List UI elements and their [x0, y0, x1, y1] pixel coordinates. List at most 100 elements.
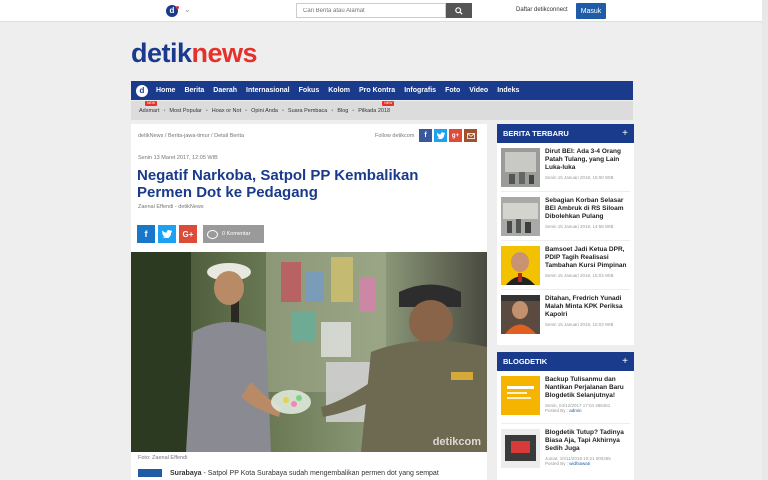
share-twitter-icon[interactable]: [158, 225, 176, 243]
site-logo[interactable]: detiknews: [131, 38, 258, 68]
nav-item-kolom[interactable]: Kolom: [328, 87, 350, 94]
search-input[interactable]: [296, 3, 446, 18]
daftar-link[interactable]: Daftar detikconnect: [516, 7, 568, 13]
body-lead: Surabaya: [170, 469, 202, 477]
top-bar: d ⌄ Daftar detikconnect Masuk: [0, 0, 768, 22]
blogdetik-heading: BLOGDETIK: [503, 357, 548, 366]
list-item[interactable]: Dirut BEI: Ada 3-4 Orang Patah Tulang, y…: [501, 143, 630, 192]
subnav-item-blog[interactable]: Blog: [337, 108, 348, 114]
detik-logo-icon[interactable]: d: [166, 5, 179, 17]
separator: •: [281, 107, 284, 114]
article-photo[interactable]: detikcom: [131, 252, 487, 452]
article-title: Negatif Narkoba, Satpol PP Kembalikan Pe…: [137, 167, 419, 201]
blog-author-name[interactable]: widhiawati: [569, 461, 590, 466]
blog-title[interactable]: Blogdetik Tutup? Tadinya Biasa Aja, Tapi…: [545, 429, 630, 453]
news-thumbnail: [501, 197, 540, 236]
separator: •: [163, 107, 166, 114]
comment-icon: [207, 229, 218, 239]
bird-glyph: [162, 230, 172, 238]
posted-by-label: Posted By :: [545, 461, 569, 466]
blog-title[interactable]: Backup Tulisanmu dan Nantikan Perjalanan…: [545, 376, 630, 400]
nav-item-infografis[interactable]: Infografis: [404, 87, 436, 94]
subnav-item-hoax-or-not[interactable]: Hoax or Not: [212, 108, 241, 114]
news-title[interactable]: Sebagian Korban Selasar BEI Ambruk di RS…: [545, 197, 630, 221]
envelope-glyph: [466, 132, 475, 139]
nav-item-home[interactable]: Home: [156, 87, 175, 94]
blog-thumbnail: [501, 376, 540, 415]
author-byline: Zaenal Effendi - detikNews: [138, 204, 204, 210]
publish-date: Senin 13 Maret 2017, 12:05 WIB: [138, 155, 218, 161]
article-card: detikNews / Berita-jawa-timur / Detail B…: [131, 124, 487, 480]
subnav-item-pilkada[interactable]: Pilkada 2018 NEW: [358, 100, 395, 114]
list-item[interactable]: Sebagian Korban Selasar BEI Ambruk di RS…: [501, 192, 630, 241]
news-date: Senin 15 Januari 2018, 15:03 WIB: [545, 322, 614, 327]
nav-item-pro-kontra[interactable]: Pro Kontra: [359, 87, 395, 94]
nav-item-internasional[interactable]: Internasional: [246, 87, 290, 94]
plus-icon[interactable]: +: [622, 356, 628, 367]
news-text: Sebagian Korban Selasar BEI Ambruk di RS…: [545, 197, 630, 235]
subnav-item-suara-pembaca[interactable]: Suara Pembaca: [288, 108, 327, 114]
subnav-item-most-popular[interactable]: Most Popular: [169, 108, 201, 114]
photo-watermark: detikcom: [432, 436, 481, 448]
berita-terbaru-box: BERITA TERBARU + Dirut BEI: Ada 3-4 Oran…: [497, 124, 634, 345]
komentar-button[interactable]: 0 Komentar: [203, 225, 264, 243]
news-title[interactable]: Bamsoet Jadi Ketua DPR, PDIP Tagih Reali…: [545, 246, 630, 270]
subnav-item-opini-anda[interactable]: Opini Anda: [251, 108, 278, 114]
sub-nav: Adsmart NEW • Most Popular • Hoax or Not …: [131, 100, 633, 120]
plus-icon[interactable]: +: [622, 128, 628, 139]
posted-by-label: Posted By :: [545, 408, 569, 413]
blogdetik-header: BLOGDETIK +: [497, 352, 634, 371]
berita-terbaru-header: BERITA TERBARU +: [497, 124, 634, 143]
komentar-label: 0 Komentar: [222, 231, 251, 237]
nav-item-fokus[interactable]: Fokus: [299, 87, 320, 94]
photo-caption: Foto: Zaenal Effendi: [138, 455, 188, 461]
news-title[interactable]: Dirut BEI: Ada 3-4 Orang Patah Tulang, y…: [545, 148, 630, 172]
berita-terbaru-list: Dirut BEI: Ada 3-4 Orang Patah Tulang, y…: [497, 143, 634, 339]
google-plus-icon[interactable]: g+: [449, 129, 462, 142]
blog-text: Blogdetik Tutup? Tadinya Biasa Aja, Tapi…: [545, 429, 630, 472]
new-badge: NEW: [145, 100, 158, 106]
twitter-icon[interactable]: [434, 129, 447, 142]
article-body: Surabaya - Satpol PP Kota Surabaya sudah…: [138, 469, 439, 477]
news-date: Senin 15 Januari 2018, 15:00 WIB: [545, 175, 614, 180]
bird-glyph: [436, 132, 445, 139]
search-button[interactable]: [446, 3, 472, 18]
new-badge: NEW: [382, 100, 395, 106]
blog-author-name[interactable]: admin: [569, 408, 581, 413]
subnav-label: Pilkada 2018: [358, 107, 391, 114]
separator: •: [245, 107, 248, 114]
list-item[interactable]: Blogdetik Tutup? Tadinya Biasa Aja, Tapi…: [501, 424, 630, 477]
list-item[interactable]: Backup Tulisanmu dan Nantikan Perjalanan…: [501, 371, 630, 424]
nav-item-berita[interactable]: Berita: [184, 87, 204, 94]
chevron-down-icon[interactable]: ⌄: [184, 5, 191, 14]
logo-part-detik: detik: [131, 38, 192, 68]
news-text: Dirut BEI: Ada 3-4 Orang Patah Tulang, y…: [545, 148, 630, 186]
body-text: - Satpol PP Kota Surabaya sudah mengemba…: [201, 469, 439, 477]
nav-item-video[interactable]: Video: [469, 87, 488, 94]
photo-illustration: [131, 252, 487, 452]
page-scrollbar[interactable]: [762, 0, 768, 480]
breadcrumb[interactable]: detikNews / Berita-jawa-timur / Detail B…: [138, 133, 244, 139]
subnav-label: Adsmart: [139, 107, 160, 114]
news-text: Bamsoet Jadi Ketua DPR, PDIP Tagih Reali…: [545, 246, 630, 284]
nav-home-logo-icon[interactable]: d: [136, 84, 148, 97]
news-title[interactable]: Ditahan, Fredrich Yunadi Malah Minta KPK…: [545, 295, 630, 319]
facebook-icon[interactable]: f: [419, 129, 432, 142]
nav-item-daerah[interactable]: Daerah: [213, 87, 237, 94]
masuk-button[interactable]: Masuk: [576, 3, 606, 19]
share-google-plus-icon[interactable]: G+: [179, 225, 197, 243]
blog-author: Posted By : admin: [545, 408, 630, 413]
nav-item-indeks[interactable]: Indeks: [497, 87, 519, 94]
news-thumbnail: [501, 246, 540, 285]
main-nav: d Home Berita Daerah Internasional Fokus…: [131, 81, 633, 100]
blogdetik-list: Backup Tulisanmu dan Nantikan Perjalanan…: [497, 371, 634, 477]
nav-item-foto[interactable]: Foto: [445, 87, 460, 94]
share-facebook-icon[interactable]: f: [137, 225, 155, 243]
list-item[interactable]: Ditahan, Fredrich Yunadi Malah Minta KPK…: [501, 290, 630, 339]
body-marker: [138, 469, 162, 477]
follow-label: Follow detikcom: [375, 133, 415, 139]
list-item[interactable]: Bamsoet Jadi Ketua DPR, PDIP Tagih Reali…: [501, 241, 630, 290]
news-date: Senin 15 Januari 2018, 14:58 WIB: [545, 224, 614, 229]
subnav-item-adsmart[interactable]: Adsmart NEW: [139, 100, 160, 114]
email-icon[interactable]: [464, 129, 477, 142]
